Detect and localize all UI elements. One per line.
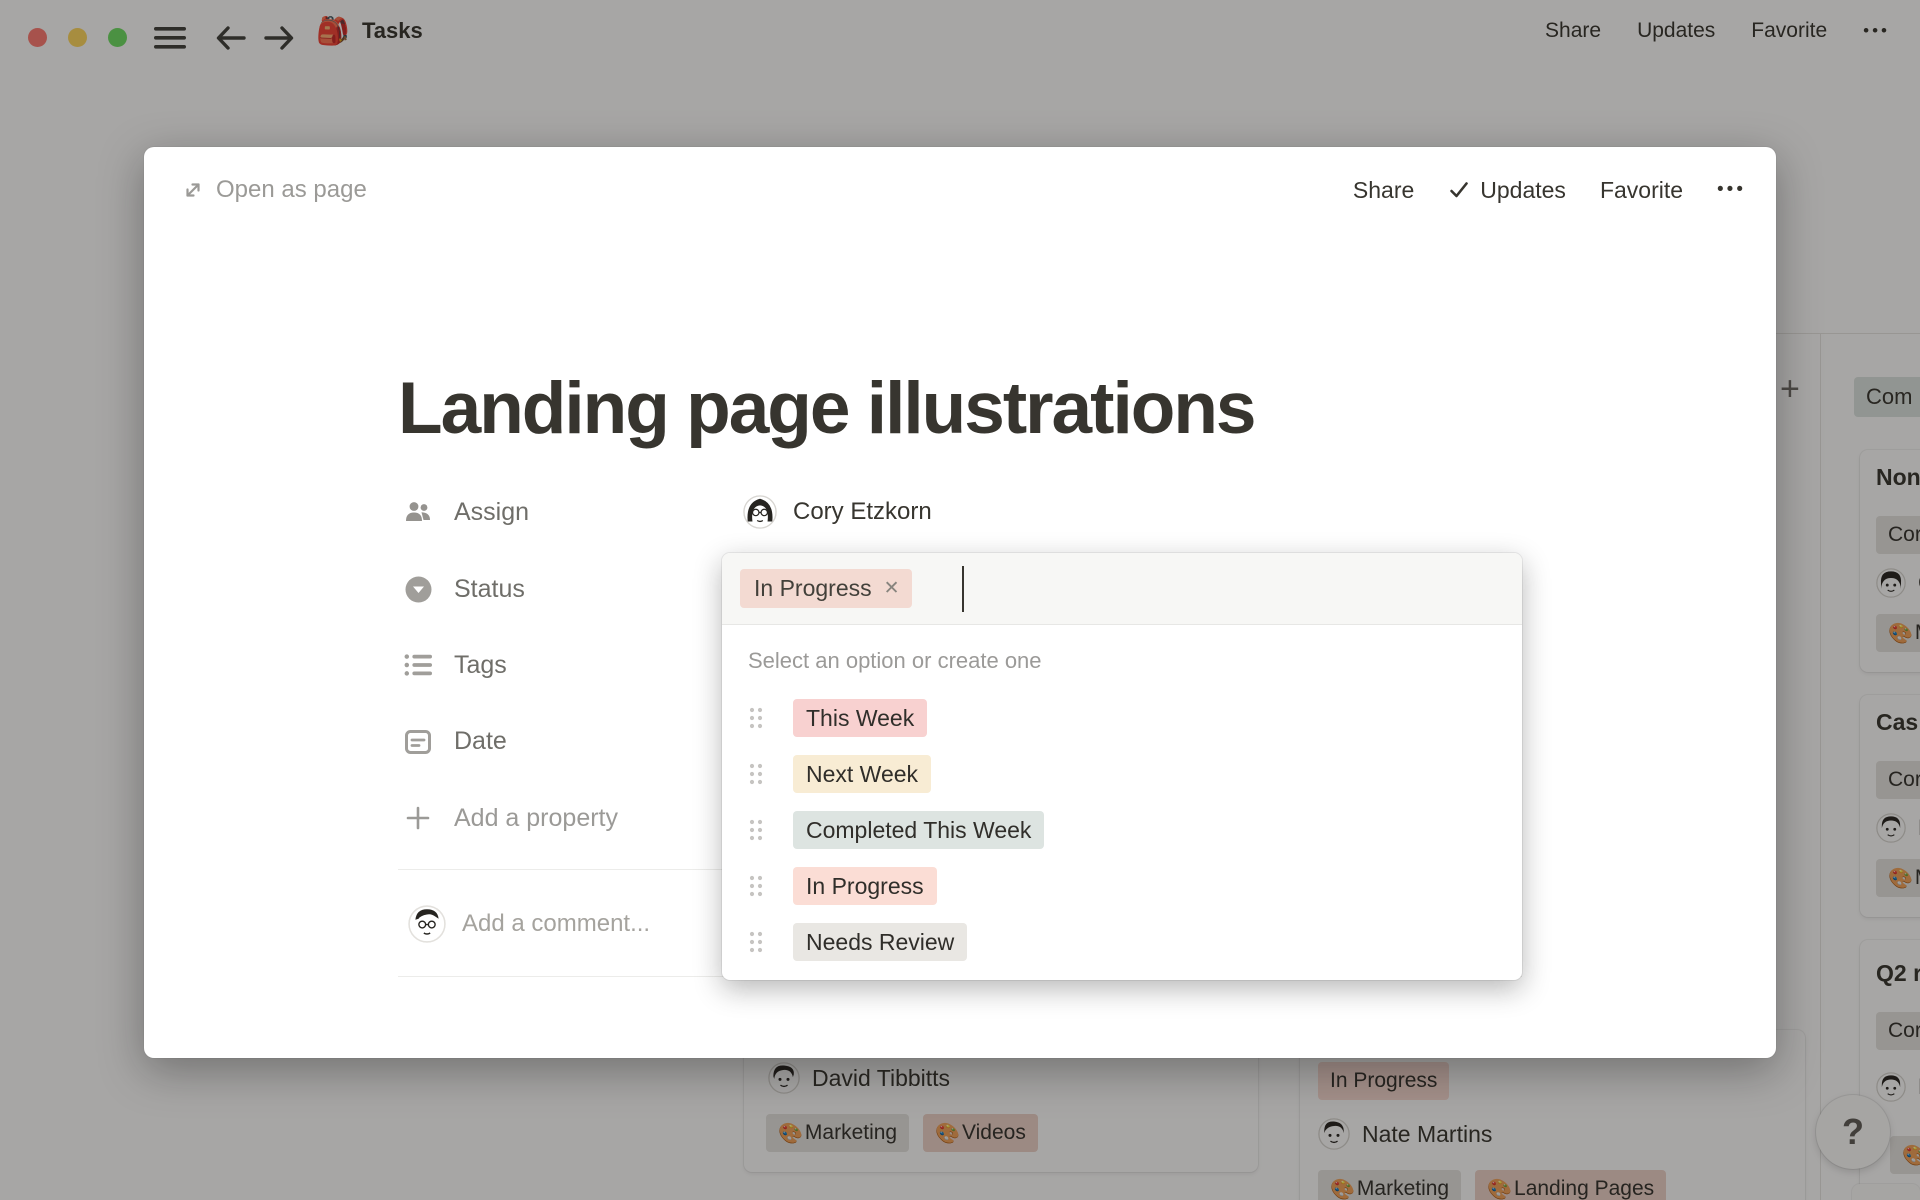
property-row-status[interactable]: Status xyxy=(404,569,525,609)
drag-handle-icon[interactable] xyxy=(748,762,764,786)
avatar xyxy=(408,905,446,943)
status-option-tag[interactable]: In Progress xyxy=(793,867,937,905)
add-property-label: Add a property xyxy=(454,803,618,832)
selected-status-label: In Progress xyxy=(754,575,872,601)
assign-value[interactable]: Cory Etzkorn xyxy=(743,492,932,532)
property-label: Status xyxy=(454,574,525,603)
modal-header: Open as page Share Updates Favorite ••• xyxy=(144,167,1776,213)
page-title[interactable]: Landing page illustrations xyxy=(398,367,1257,450)
remove-tag-icon[interactable]: ✕ xyxy=(884,577,900,600)
dropdown-hint: Select an option or create one xyxy=(748,648,1042,673)
property-label: Date xyxy=(454,726,507,755)
app-window: 🎒 Tasks Share Updates Favorite ••• + Com… xyxy=(0,0,1920,1200)
status-option-tag[interactable]: Next Week xyxy=(793,755,932,793)
property-label: Assign xyxy=(454,497,530,526)
modal-favorite-button[interactable]: Favorite xyxy=(1600,177,1683,204)
open-as-page-icon xyxy=(182,179,204,201)
selected-status-tag: In Progress ✕ xyxy=(740,569,912,608)
avatar xyxy=(743,495,777,529)
assign-person-icon xyxy=(404,498,432,526)
drag-handle-icon[interactable] xyxy=(748,874,764,898)
text-cursor xyxy=(962,566,964,612)
drag-handle-icon[interactable] xyxy=(748,706,764,730)
modal-updates-button[interactable]: Updates xyxy=(1448,177,1566,204)
modal-more-button[interactable]: ••• xyxy=(1717,179,1746,201)
open-as-page-button[interactable]: Open as page xyxy=(182,167,367,213)
tags-list-icon xyxy=(404,651,432,679)
plus-icon xyxy=(404,804,432,832)
status-option-row[interactable]: Needs Review xyxy=(722,923,1522,961)
property-row-tags[interactable]: Tags xyxy=(404,645,507,685)
modal-share-button[interactable]: Share xyxy=(1353,177,1414,204)
property-label: Tags xyxy=(454,650,507,679)
status-option-tag[interactable]: Completed This Week xyxy=(793,811,1045,849)
add-property-button[interactable]: Add a property xyxy=(404,798,618,838)
check-icon xyxy=(1448,179,1470,201)
open-as-page-label: Open as page xyxy=(216,176,367,203)
status-dropdown: In Progress ✕ Select an option or create… xyxy=(722,553,1522,980)
status-option-row[interactable]: Completed This Week xyxy=(722,811,1522,849)
add-comment-row[interactable]: Add a comment... xyxy=(408,902,650,946)
date-calendar-icon xyxy=(404,727,432,755)
property-row-date[interactable]: Date xyxy=(404,721,507,761)
drag-handle-icon[interactable] xyxy=(748,930,764,954)
status-option-tag[interactable]: This Week xyxy=(793,699,928,737)
add-comment-placeholder: Add a comment... xyxy=(462,910,651,937)
status-input-area[interactable]: In Progress ✕ xyxy=(722,553,1522,625)
property-row-assign[interactable]: Assign xyxy=(404,492,529,532)
assignee-name: Cory Etzkorn xyxy=(793,498,932,525)
drag-handle-icon[interactable] xyxy=(748,818,764,842)
status-option-row[interactable]: In Progress xyxy=(722,867,1522,905)
status-option-row[interactable]: This Week xyxy=(722,699,1522,737)
status-select-icon xyxy=(404,575,432,603)
status-option-row[interactable]: Next Week xyxy=(722,755,1522,793)
status-option-tag[interactable]: Needs Review xyxy=(793,923,968,961)
